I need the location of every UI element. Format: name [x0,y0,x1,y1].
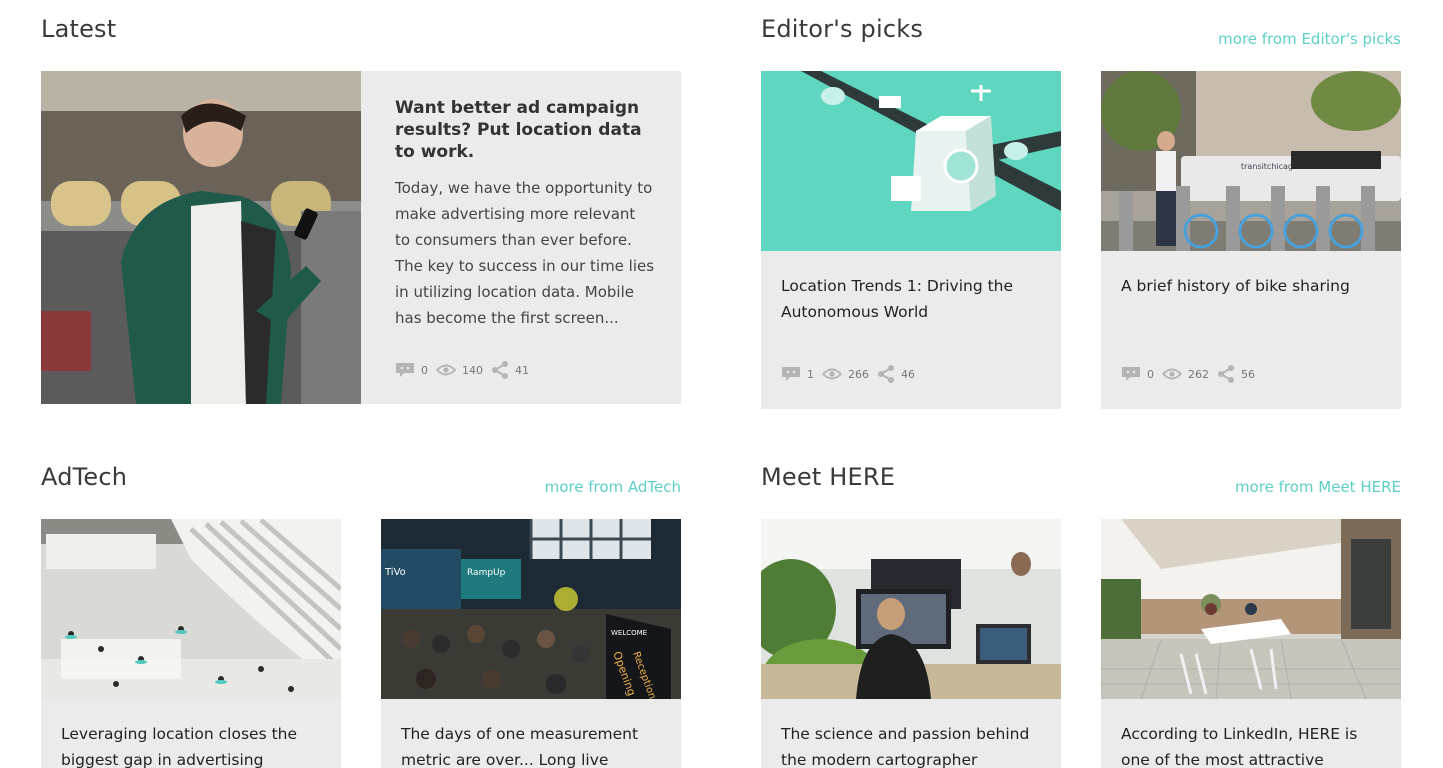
editors-card-title[interactable]: A brief history of bike sharing [1121,273,1381,299]
meet-card[interactable]: According to LinkedIn, HERE is one of th… [1101,519,1401,768]
adtech-card-title[interactable]: The days of one measurement metric are o… [401,721,661,768]
welcome-sign-text: WELCOME [611,629,647,637]
views-stat: 266 [822,368,869,381]
editors-card-image[interactable] [761,71,1061,251]
adtech-card-image[interactable] [41,519,341,699]
latest-article-stats: 0 140 41 [395,361,529,379]
meet-card-image[interactable] [761,519,1061,699]
comments-count: 0 [1147,367,1154,381]
share-icon [491,361,509,379]
views-stat: 262 [1162,368,1209,381]
comments-count: 0 [421,363,428,377]
latest-article-image[interactable] [41,71,361,404]
comments-stat: 0 [1121,366,1154,382]
latest-article-card[interactable]: Want better ad campaign results? Put loc… [41,71,681,404]
editors-card-image[interactable]: transitchicago.com [1101,71,1401,251]
shares-stat: 41 [491,361,529,379]
latest-article-title[interactable]: Want better ad campaign results? Put loc… [395,97,655,163]
meet-card-title[interactable]: The science and passion behind the moder… [781,721,1041,768]
views-count: 266 [848,367,869,381]
adtech-card-title[interactable]: Leveraging location closes the biggest g… [61,721,321,768]
shares-stat: 56 [1217,365,1255,383]
section-title-meet-here: Meet HERE [761,463,896,491]
speech-bubble-icon [1121,366,1141,382]
shares-stat: 46 [877,365,915,383]
views-count: 140 [462,363,483,377]
rampup-sign-text: RampUp [467,568,506,578]
shares-count: 41 [515,363,529,377]
more-meet-here-link[interactable]: more from Meet HERE [1235,478,1401,496]
eye-icon [436,364,456,376]
editors-card-title[interactable]: Location Trends 1: Driving the Autonomou… [781,273,1041,325]
section-title-editors-picks: Editor's picks [761,15,924,43]
comments-count: 1 [807,367,814,381]
meet-card[interactable]: The science and passion behind the moder… [761,519,1061,768]
latest-article-body: Want better ad campaign results? Put loc… [395,97,655,331]
share-icon [877,365,895,383]
views-stat: 140 [436,364,483,377]
share-icon [1217,365,1235,383]
meet-card-image[interactable] [1101,519,1401,699]
views-count: 262 [1188,367,1209,381]
shares-count: 56 [1241,367,1255,381]
eye-icon [1162,368,1182,380]
speech-bubble-icon [395,362,415,378]
comments-stat: 0 [395,362,428,378]
tivo-sign-text: TiVo [384,567,406,578]
editors-card[interactable]: transitchicago.com A brief history of bi… [1101,71,1401,409]
meet-card-title[interactable]: According to LinkedIn, HERE is one of th… [1121,721,1381,768]
comments-stat: 1 [781,366,814,382]
speech-bubble-icon [781,366,801,382]
section-title-latest: Latest [41,15,117,43]
editors-card[interactable]: Location Trends 1: Driving the Autonomou… [761,71,1061,409]
more-editors-picks-link[interactable]: more from Editor's picks [1218,30,1401,48]
editors-card-stats: 1 266 46 [781,365,915,383]
editors-card-stats: 0 262 56 [1121,365,1255,383]
adtech-card[interactable]: TiVo RampUp WELCOME Opening Reception Th… [381,519,681,768]
more-adtech-link[interactable]: more from AdTech [481,478,681,496]
latest-article-excerpt: Today, we have the opportunity to make a… [395,179,655,327]
adtech-card-image[interactable]: TiVo RampUp WELCOME Opening Reception [381,519,681,699]
eye-icon [822,368,842,380]
shares-count: 46 [901,367,915,381]
adtech-card[interactable]: Leveraging location closes the biggest g… [41,519,341,768]
section-title-adtech: AdTech [41,463,128,491]
